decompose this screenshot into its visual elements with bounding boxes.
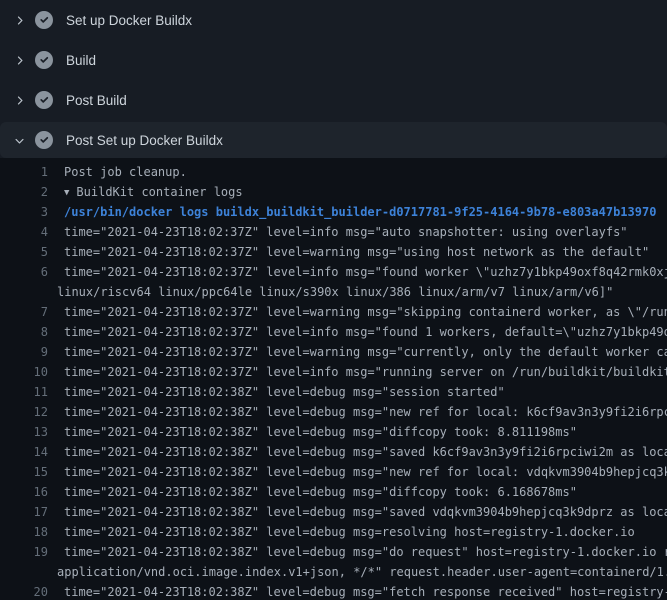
log-row: 19 time="2021-04-23T18:02:38Z" level=debu…: [0, 542, 667, 562]
log-row: application/vnd.oci.image.index.v1+json,…: [0, 562, 667, 582]
line-number[interactable]: 12: [0, 402, 48, 422]
log-text: ▼ BuildKit container logs: [64, 182, 243, 202]
log-row: 7 time="2021-04-23T18:02:37Z" level=warni…: [0, 302, 667, 322]
line-number[interactable]: 10: [0, 362, 48, 382]
log-text: Post job cleanup.: [64, 162, 187, 182]
line-number[interactable]: 17: [0, 502, 48, 522]
log-text: time="2021-04-23T18:02:37Z" level=info m…: [64, 222, 628, 242]
steps-list: Set up Docker Buildx Build Post Build Post …: [0, 0, 667, 158]
log-text: time="2021-04-23T18:02:38Z" level=debug …: [64, 522, 635, 542]
log-row: 12 time="2021-04-23T18:02:38Z" level=debu…: [0, 402, 667, 422]
log-row: 14 time="2021-04-23T18:02:38Z" level=debu…: [0, 442, 667, 462]
log-text: time="2021-04-23T18:02:38Z" level=debug …: [64, 482, 577, 502]
group-collapse-triangle-icon[interactable]: ▼: [64, 183, 69, 202]
log-row: 11 time="2021-04-23T18:02:38Z" level=debu…: [0, 382, 667, 402]
step-row-set-up-docker-buildx[interactable]: Set up Docker Buildx: [0, 0, 667, 40]
log-row: 4 time="2021-04-23T18:02:37Z" level=info …: [0, 222, 667, 242]
log-row: 1 Post job cleanup.: [0, 162, 667, 182]
step-label: Post Build: [66, 93, 127, 108]
log-panel: 1 Post job cleanup. 2 ▼ BuildKit container l…: [0, 158, 667, 600]
line-number[interactable]: 4: [0, 222, 48, 242]
log-text: time="2021-04-23T18:02:38Z" level=debug …: [64, 402, 667, 422]
log-row: 9 time="2021-04-23T18:02:37Z" level=warni…: [0, 342, 667, 362]
line-number[interactable]: 11: [0, 382, 48, 402]
chevron-right-icon[interactable]: [12, 13, 26, 27]
log-text: time="2021-04-23T18:02:38Z" level=debug …: [64, 502, 667, 522]
log-text: time="2021-04-23T18:02:38Z" level=debug …: [64, 582, 667, 600]
log-text: linux/riscv64 linux/ppc64le linux/s390x …: [57, 282, 613, 302]
line-number[interactable]: 16: [0, 482, 48, 502]
line-number[interactable]: 2: [0, 182, 48, 202]
log-text: time="2021-04-23T18:02:37Z" level=info m…: [64, 262, 667, 282]
log-row: 13 time="2021-04-23T18:02:38Z" level=debu…: [0, 422, 667, 442]
log-row: 10 time="2021-04-23T18:02:37Z" level=info…: [0, 362, 667, 382]
chevron-down-icon[interactable]: [12, 133, 26, 147]
line-number[interactable]: 6: [0, 262, 48, 282]
log-row: 6 time="2021-04-23T18:02:37Z" level=info …: [0, 262, 667, 282]
log-row: 18 time="2021-04-23T18:02:38Z" level=debu…: [0, 522, 667, 542]
log-text: time="2021-04-23T18:02:37Z" level=info m…: [64, 322, 667, 342]
check-circle-icon: [35, 51, 53, 69]
line-number[interactable]: 13: [0, 422, 48, 442]
log-row: 15 time="2021-04-23T18:02:38Z" level=debu…: [0, 462, 667, 482]
log-row: linux/riscv64 linux/ppc64le linux/s390x …: [0, 282, 667, 302]
log-row: 17 time="2021-04-23T18:02:38Z" level=debu…: [0, 502, 667, 522]
log-row: 16 time="2021-04-23T18:02:38Z" level=debu…: [0, 482, 667, 502]
step-row-build[interactable]: Build: [0, 40, 667, 80]
log-command-text: /usr/bin/docker logs buildx_buildkit_bui…: [64, 202, 656, 222]
log-row: 20 time="2021-04-23T18:02:38Z" level=debu…: [0, 582, 667, 600]
line-number[interactable]: 5: [0, 242, 48, 262]
actions-log-viewer: Set up Docker Buildx Build Post Build Post …: [0, 0, 667, 600]
line-number[interactable]: 20: [0, 582, 48, 600]
log-text: time="2021-04-23T18:02:38Z" level=debug …: [64, 462, 667, 482]
step-label: Set up Docker Buildx: [66, 13, 192, 28]
log-text: time="2021-04-23T18:02:37Z" level=warnin…: [64, 242, 649, 262]
log-text: time="2021-04-23T18:02:37Z" level=warnin…: [64, 342, 667, 362]
line-number-gutter-empty: [0, 282, 48, 302]
line-number[interactable]: 15: [0, 462, 48, 482]
line-number[interactable]: 9: [0, 342, 48, 362]
check-circle-icon: [35, 131, 53, 149]
check-circle-icon: [35, 91, 53, 109]
log-text: time="2021-04-23T18:02:38Z" level=debug …: [64, 382, 505, 402]
line-number[interactable]: 1: [0, 162, 48, 182]
log-text: time="2021-04-23T18:02:37Z" level=warnin…: [64, 302, 667, 322]
log-text: time="2021-04-23T18:02:37Z" level=info m…: [64, 362, 667, 382]
line-number[interactable]: 7: [0, 302, 48, 322]
line-number-gutter-empty: [0, 562, 48, 582]
log-text: time="2021-04-23T18:02:38Z" level=debug …: [64, 422, 577, 442]
line-number[interactable]: 14: [0, 442, 48, 462]
log-row: 2 ▼ BuildKit container logs: [0, 182, 667, 202]
step-label: Build: [66, 53, 96, 68]
log-row: 3/usr/bin/docker logs buildx_buildkit_bu…: [0, 202, 667, 222]
group-title[interactable]: BuildKit container logs: [76, 185, 242, 199]
step-row-post-set-up-docker-buildx[interactable]: Post Set up Docker Buildx: [0, 122, 667, 158]
line-number[interactable]: 8: [0, 322, 48, 342]
log-text: time="2021-04-23T18:02:38Z" level=debug …: [64, 542, 667, 562]
step-row-post-build[interactable]: Post Build: [0, 80, 667, 120]
line-number[interactable]: 19: [0, 542, 48, 562]
log-text: time="2021-04-23T18:02:38Z" level=debug …: [64, 442, 667, 462]
chevron-right-icon[interactable]: [12, 93, 26, 107]
line-number[interactable]: 3: [0, 202, 48, 222]
log-row: 5 time="2021-04-23T18:02:37Z" level=warni…: [0, 242, 667, 262]
step-label: Post Set up Docker Buildx: [66, 133, 223, 148]
log-row: 8 time="2021-04-23T18:02:37Z" level=info …: [0, 322, 667, 342]
check-circle-icon: [35, 11, 53, 29]
line-number[interactable]: 18: [0, 522, 48, 542]
log-text: application/vnd.oci.image.index.v1+json,…: [57, 562, 667, 582]
chevron-right-icon[interactable]: [12, 53, 26, 67]
